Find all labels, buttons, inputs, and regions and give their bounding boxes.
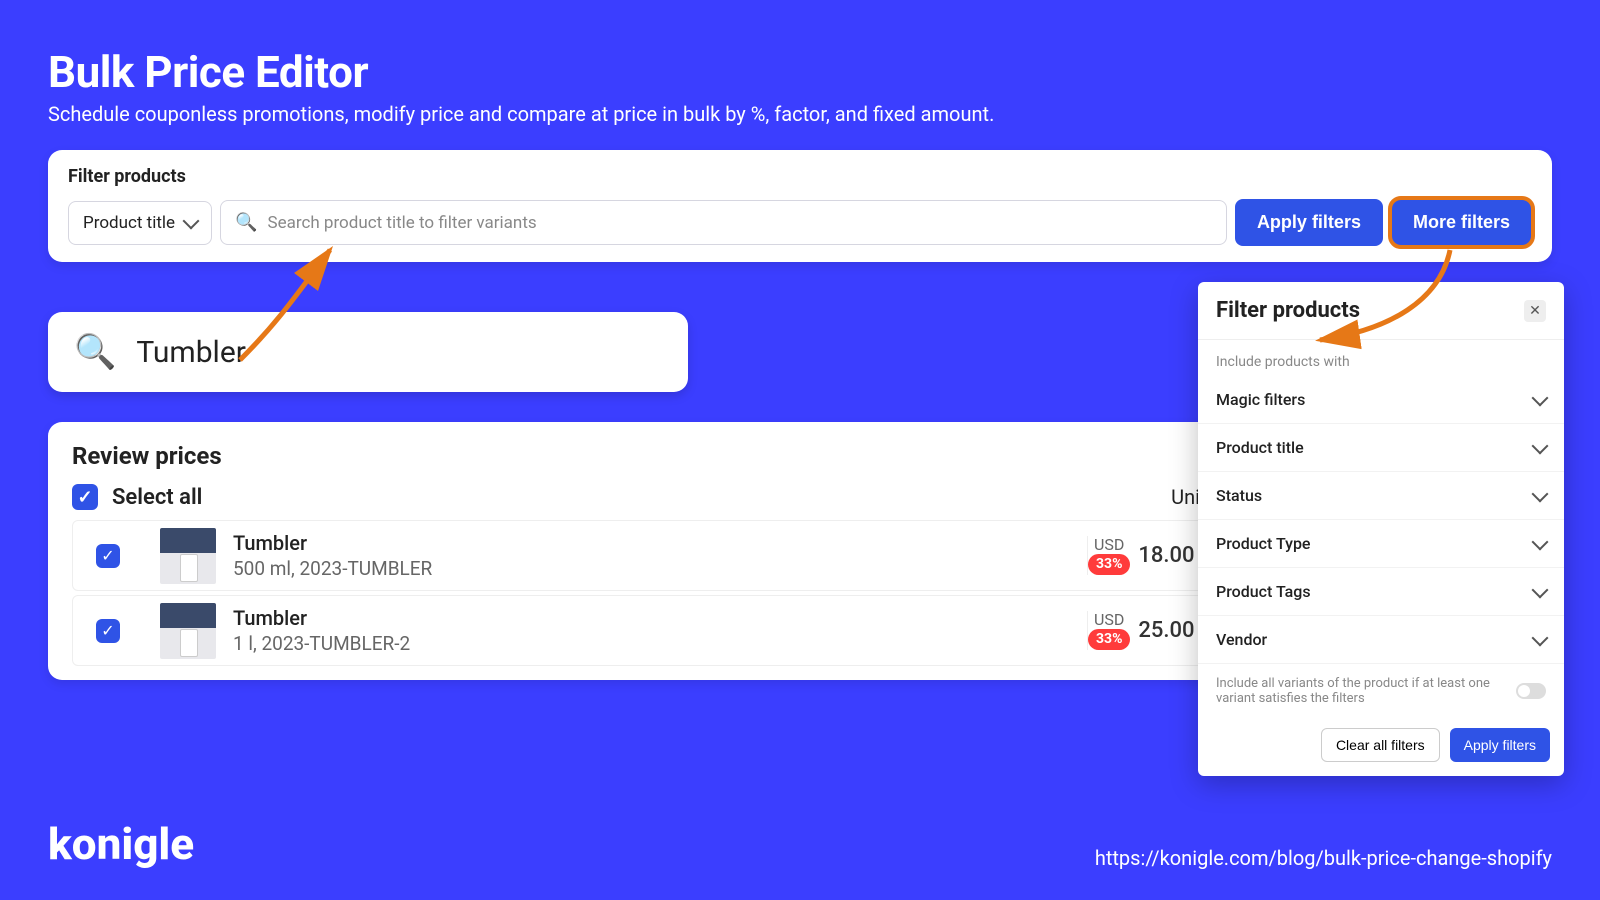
chevron-down-icon xyxy=(1532,437,1549,454)
product-variant: 1 l, 2023-TUMBLER-2 xyxy=(233,632,1087,655)
unit-price-value: 18.00 xyxy=(1138,543,1194,568)
chevron-down-icon xyxy=(1532,389,1549,406)
filter-card-title: Filter products xyxy=(68,166,1532,187)
filter-panel-item[interactable]: Product Tags xyxy=(1198,568,1564,616)
close-icon[interactable]: ✕ xyxy=(1524,300,1546,322)
filter-panel-item[interactable]: Vendor xyxy=(1198,616,1564,664)
filter-panel-item-label: Vendor xyxy=(1216,630,1267,649)
filter-panel-item-label: Product Tags xyxy=(1216,582,1311,601)
filter-type-select[interactable]: Product title xyxy=(68,201,212,245)
brand-logo: konigle xyxy=(48,818,194,870)
filter-panel-item[interactable]: Magic filters xyxy=(1198,376,1564,424)
filter-search-input[interactable]: 🔍 Search product title to filter variant… xyxy=(220,200,1227,245)
filter-card: Filter products Product title 🔍 Search p… xyxy=(48,150,1552,262)
row-checkbox[interactable]: ✓ xyxy=(96,619,120,643)
select-all-label: Select all xyxy=(112,485,202,510)
filter-panel-item[interactable]: Status xyxy=(1198,472,1564,520)
filter-panel-item-label: Product title xyxy=(1216,438,1304,457)
filter-panel-item-label: Product Type xyxy=(1216,534,1311,553)
filter-panel-subtitle: Include products with xyxy=(1198,340,1564,376)
callout-search-box[interactable]: 🔍 Tumbler xyxy=(48,312,688,392)
clear-filters-button[interactable]: Clear all filters xyxy=(1321,728,1440,762)
filter-panel-item-label: Magic filters xyxy=(1216,390,1305,409)
page-title: Bulk Price Editor xyxy=(0,0,1600,102)
chevron-down-icon xyxy=(183,212,200,229)
filter-type-label: Product title xyxy=(83,213,175,233)
filter-search-placeholder: Search product title to filter variants xyxy=(267,213,536,233)
discount-badge: 33% xyxy=(1088,629,1130,650)
more-filters-button[interactable]: More filters xyxy=(1391,199,1532,246)
search-icon: 🔍 xyxy=(74,332,116,372)
product-variant: 500 ml, 2023-TUMBLER xyxy=(233,557,1087,580)
panel-apply-filters-button[interactable]: Apply filters xyxy=(1450,728,1550,762)
filter-panel-item[interactable]: Product title xyxy=(1198,424,1564,472)
chevron-down-icon xyxy=(1532,485,1549,502)
product-thumbnail xyxy=(160,603,216,659)
discount-badge: 33% xyxy=(1088,554,1130,575)
filter-panel-item[interactable]: Product Type xyxy=(1198,520,1564,568)
chevron-down-icon xyxy=(1532,581,1549,598)
select-all-checkbox[interactable]: ✓ xyxy=(72,484,98,510)
page-subtitle: Schedule couponless promotions, modify p… xyxy=(0,102,1600,150)
filter-panel: Filter products ✕ Include products with … xyxy=(1198,282,1564,776)
product-thumbnail xyxy=(160,528,216,584)
row-checkbox[interactable]: ✓ xyxy=(96,544,120,568)
chevron-down-icon xyxy=(1532,629,1549,646)
chevron-down-icon xyxy=(1532,533,1549,550)
currency-label: USD xyxy=(1094,611,1124,629)
filter-panel-item-label: Status xyxy=(1216,486,1262,505)
footer-url: https://konigle.com/blog/bulk-price-chan… xyxy=(1095,846,1552,870)
currency-label: USD xyxy=(1094,536,1124,554)
unit-price-value: 25.00 xyxy=(1138,618,1194,643)
filter-panel-note: Include all variants of the product if a… xyxy=(1216,676,1506,706)
include-variants-toggle[interactable] xyxy=(1516,683,1546,699)
apply-filters-button[interactable]: Apply filters xyxy=(1235,199,1383,246)
filter-panel-title: Filter products xyxy=(1216,298,1360,323)
search-icon: 🔍 xyxy=(235,212,257,233)
callout-search-value: Tumbler xyxy=(136,335,246,370)
product-name: Tumbler xyxy=(233,531,1087,555)
product-name: Tumbler xyxy=(233,606,1087,630)
